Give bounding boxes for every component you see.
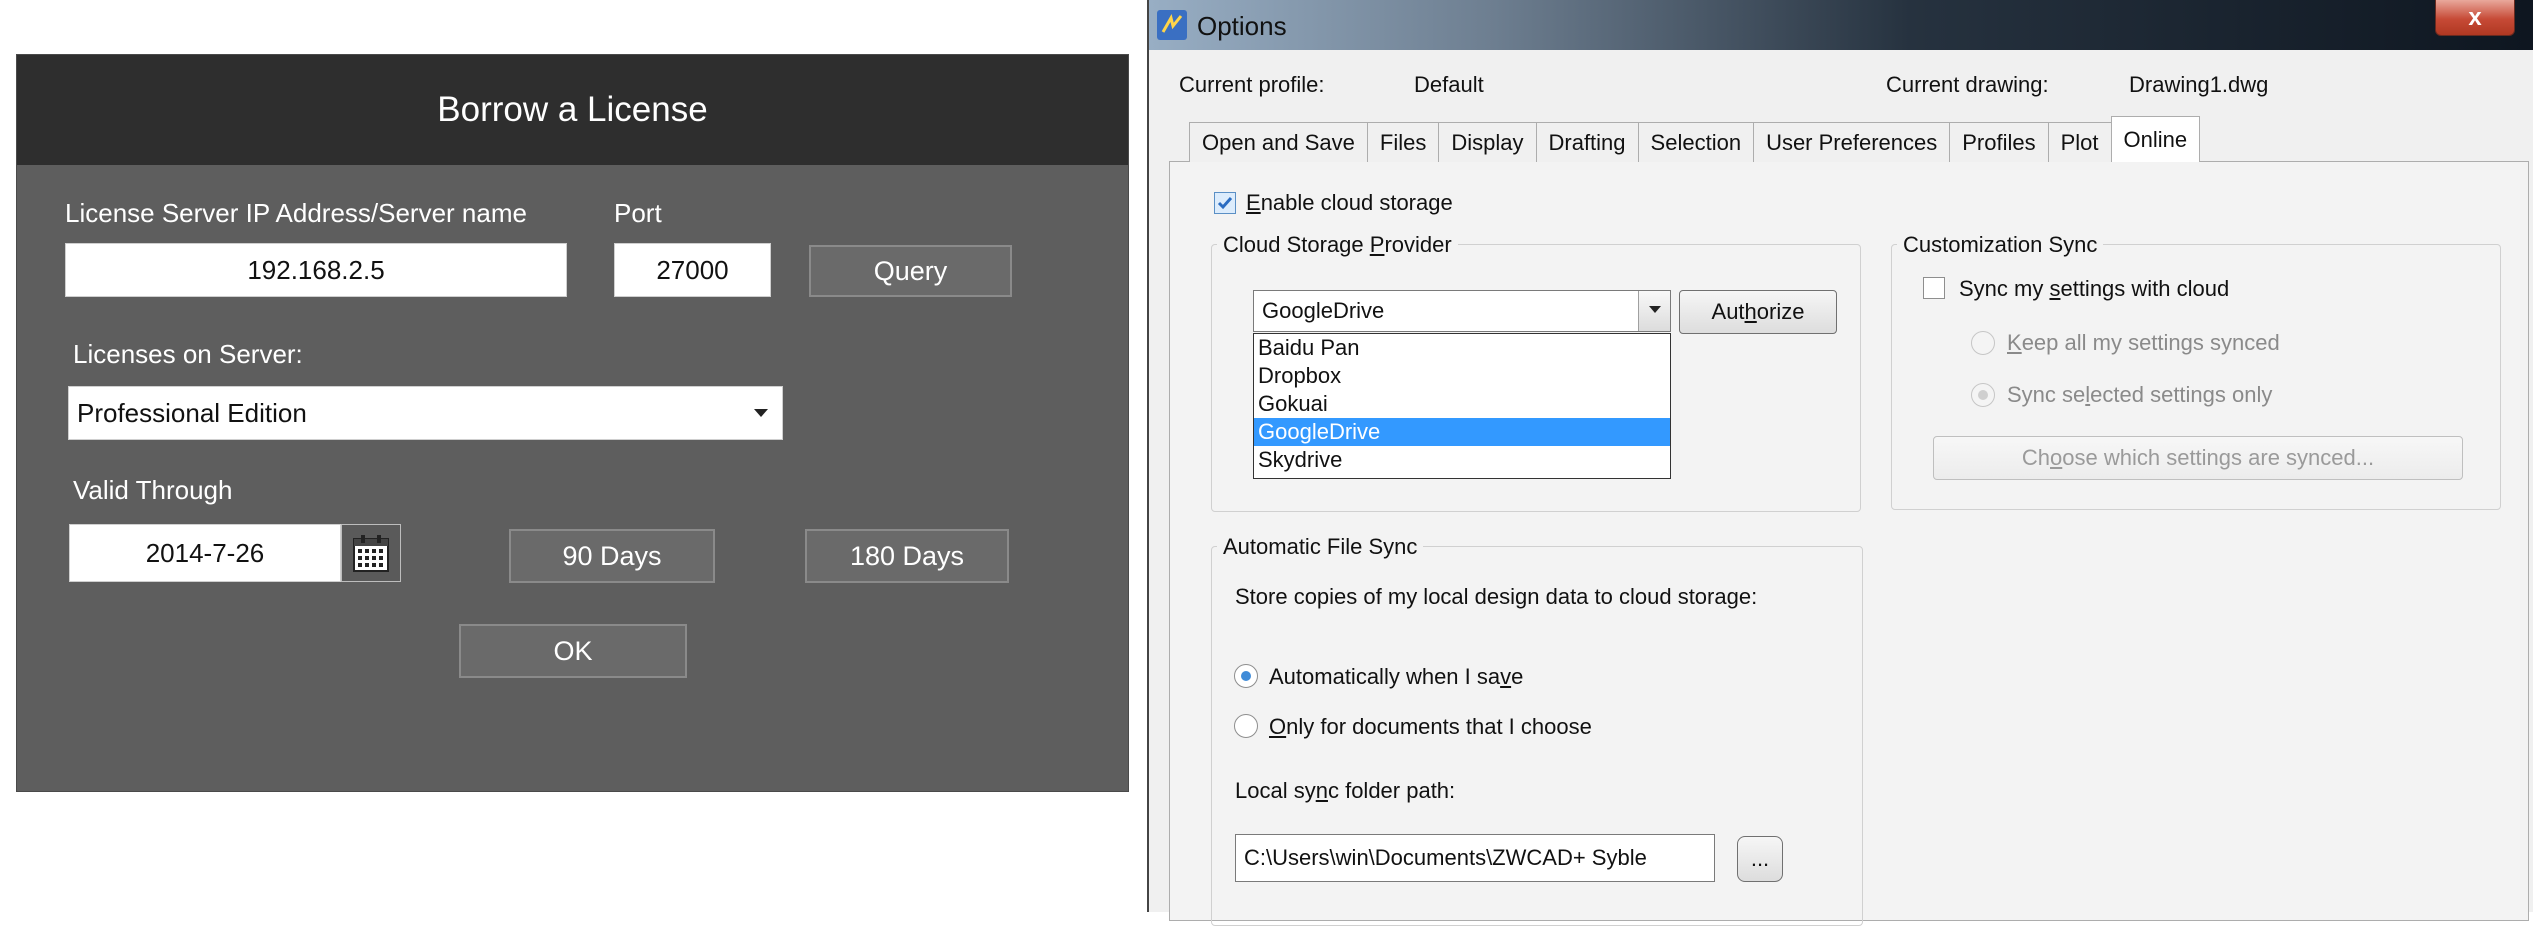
enable-cloud-label: Enable cloud storage xyxy=(1246,190,1453,215)
tab-strip: Open and Save Files Display Drafting Sel… xyxy=(1189,116,2201,162)
dropdown-option-googledrive[interactable]: GoogleDrive xyxy=(1254,418,1670,446)
cloud-provider-selected: GoogleDrive xyxy=(1262,298,1385,323)
tab-plot[interactable]: Plot xyxy=(2047,122,2112,162)
port-label: Port xyxy=(614,198,662,228)
dialog-header: Borrow a License xyxy=(17,55,1128,165)
current-profile-value: Default xyxy=(1414,72,1484,97)
window-title: Options xyxy=(1197,11,1287,41)
browse-button[interactable]: ... xyxy=(1737,836,1783,882)
date-input[interactable]: 2014-7-26 xyxy=(69,524,341,582)
title-bar: Options x xyxy=(1149,0,2533,50)
dropdown-option-baidu-pan[interactable]: Baidu Pan xyxy=(1254,334,1670,362)
licenses-label: Licenses on Server: xyxy=(73,339,303,369)
sync-settings-label: Sync my settings with cloud xyxy=(1959,276,2230,301)
only-documents-radio[interactable] xyxy=(1234,714,1258,738)
180-days-button[interactable]: 180 Days xyxy=(805,529,1009,583)
cloud-provider-dropdown: Baidu Pan Dropbox Gokuai GoogleDrive Sky… xyxy=(1253,333,1671,479)
enable-cloud-checkbox[interactable] xyxy=(1214,192,1236,214)
tab-selection[interactable]: Selection xyxy=(1637,122,1755,162)
options-dialog: Options x Current profile: Default Curre… xyxy=(1147,0,2533,926)
choose-settings-button[interactable]: Ch o ose which settings are synced... xyxy=(1933,436,2463,480)
tab-profiles[interactable]: Profiles xyxy=(1949,122,2049,162)
sync-settings-checkbox[interactable] xyxy=(1923,277,1945,299)
borrow-license-dialog: Borrow a License License Server IP Addre… xyxy=(16,54,1129,792)
auto-save-label: Automatically when I save xyxy=(1269,664,1524,689)
keep-all-synced-radio[interactable] xyxy=(1971,331,1995,355)
radio-dot xyxy=(1241,671,1251,681)
chevron-down-icon[interactable] xyxy=(1638,291,1670,331)
close-icon: x xyxy=(2468,3,2482,31)
dropdown-option-dropbox[interactable]: Dropbox xyxy=(1254,362,1670,390)
store-copies-text: Store copies of my local design data to … xyxy=(1235,584,1758,609)
sync-selected-label: Sync selected settings only xyxy=(2007,382,2273,407)
tab-display[interactable]: Display xyxy=(1438,122,1537,162)
radio-dot xyxy=(1978,390,1988,400)
auto-save-radio[interactable] xyxy=(1234,664,1258,688)
calendar-button[interactable] xyxy=(341,524,401,582)
cloud-provider-legend: Cloud Storage Provider xyxy=(1217,232,1458,258)
app-icon xyxy=(1157,10,1187,40)
tab-files[interactable]: Files xyxy=(1366,122,1440,162)
checkmark-icon xyxy=(1217,197,1233,210)
tab-user-preferences[interactable]: User Preferences xyxy=(1753,122,1951,162)
tab-open-and-save[interactable]: Open and Save xyxy=(1189,122,1368,162)
only-documents-label: Only for documents that I choose xyxy=(1269,714,1592,739)
local-sync-folder-label: Local sync folder path: xyxy=(1235,778,1456,803)
valid-through-label: Valid Through xyxy=(73,475,233,505)
local-sync-folder-input[interactable]: C:\Users\win\Documents\ZWCAD+ Syble xyxy=(1235,834,1715,882)
dropdown-option-gokuai[interactable]: Gokuai xyxy=(1254,390,1670,418)
chevron-down-icon xyxy=(754,409,768,417)
tab-online[interactable]: Online xyxy=(2110,116,2201,162)
license-selected-value: Professional Edition xyxy=(77,397,307,428)
automatic-file-sync-legend: Automatic File Sync xyxy=(1217,534,1424,560)
license-select[interactable]: Professional Edition xyxy=(68,386,783,440)
cloud-provider-combo[interactable]: GoogleDrive xyxy=(1253,290,1671,332)
sync-selected-radio[interactable] xyxy=(1971,383,1995,407)
current-profile-label: Current profile: xyxy=(1179,72,1325,97)
server-address-input[interactable]: 192.168.2.5 xyxy=(65,243,567,297)
dialog-title: Borrow a License xyxy=(437,90,708,129)
customization-sync-legend: Customization Sync xyxy=(1897,232,2104,258)
calendar-icon xyxy=(353,535,389,572)
server-label: License Server IP Address/Server name xyxy=(65,198,527,228)
query-button[interactable]: Query xyxy=(809,245,1012,297)
current-drawing-label: Current drawing: xyxy=(1886,72,2049,97)
tab-drafting[interactable]: Drafting xyxy=(1535,122,1639,162)
90-days-button[interactable]: 90 Days xyxy=(509,529,715,583)
current-drawing-value: Drawing1.dwg xyxy=(2129,72,2269,97)
authorize-button[interactable]: Aut h orize xyxy=(1679,290,1837,334)
dropdown-option-skydrive[interactable]: Skydrive xyxy=(1254,446,1670,474)
close-button[interactable]: x xyxy=(2435,0,2515,36)
ok-button[interactable]: OK xyxy=(459,624,687,678)
keep-all-synced-label: Keep all my settings synced xyxy=(2007,330,2280,355)
port-input[interactable]: 27000 xyxy=(614,243,771,297)
